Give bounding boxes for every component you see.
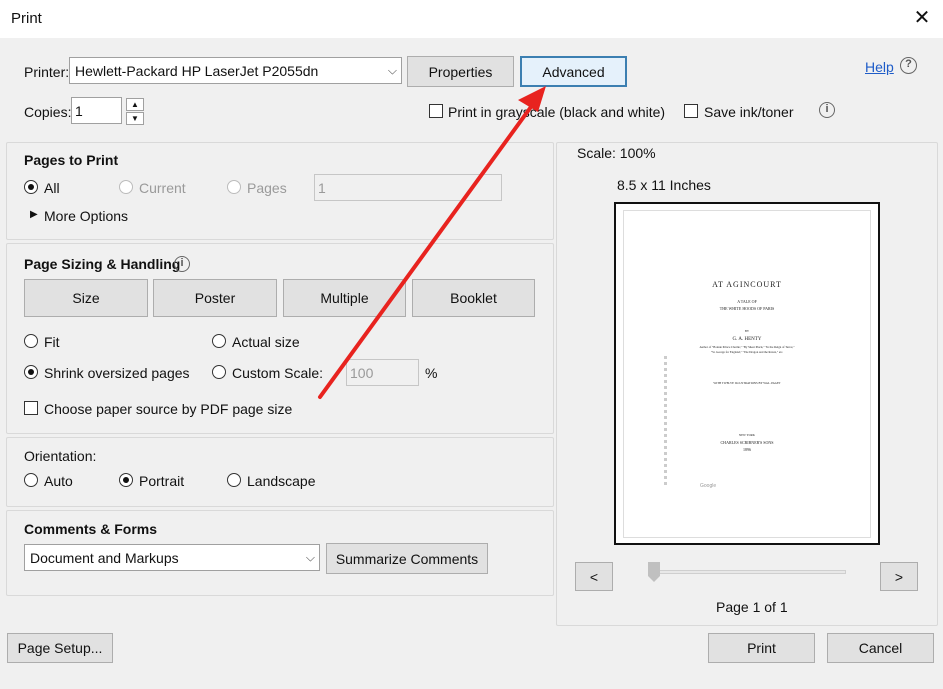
annotation-arrow — [318, 86, 546, 399]
annotation-arrow-head — [518, 86, 546, 112]
annotation-arrow-line — [318, 98, 538, 399]
